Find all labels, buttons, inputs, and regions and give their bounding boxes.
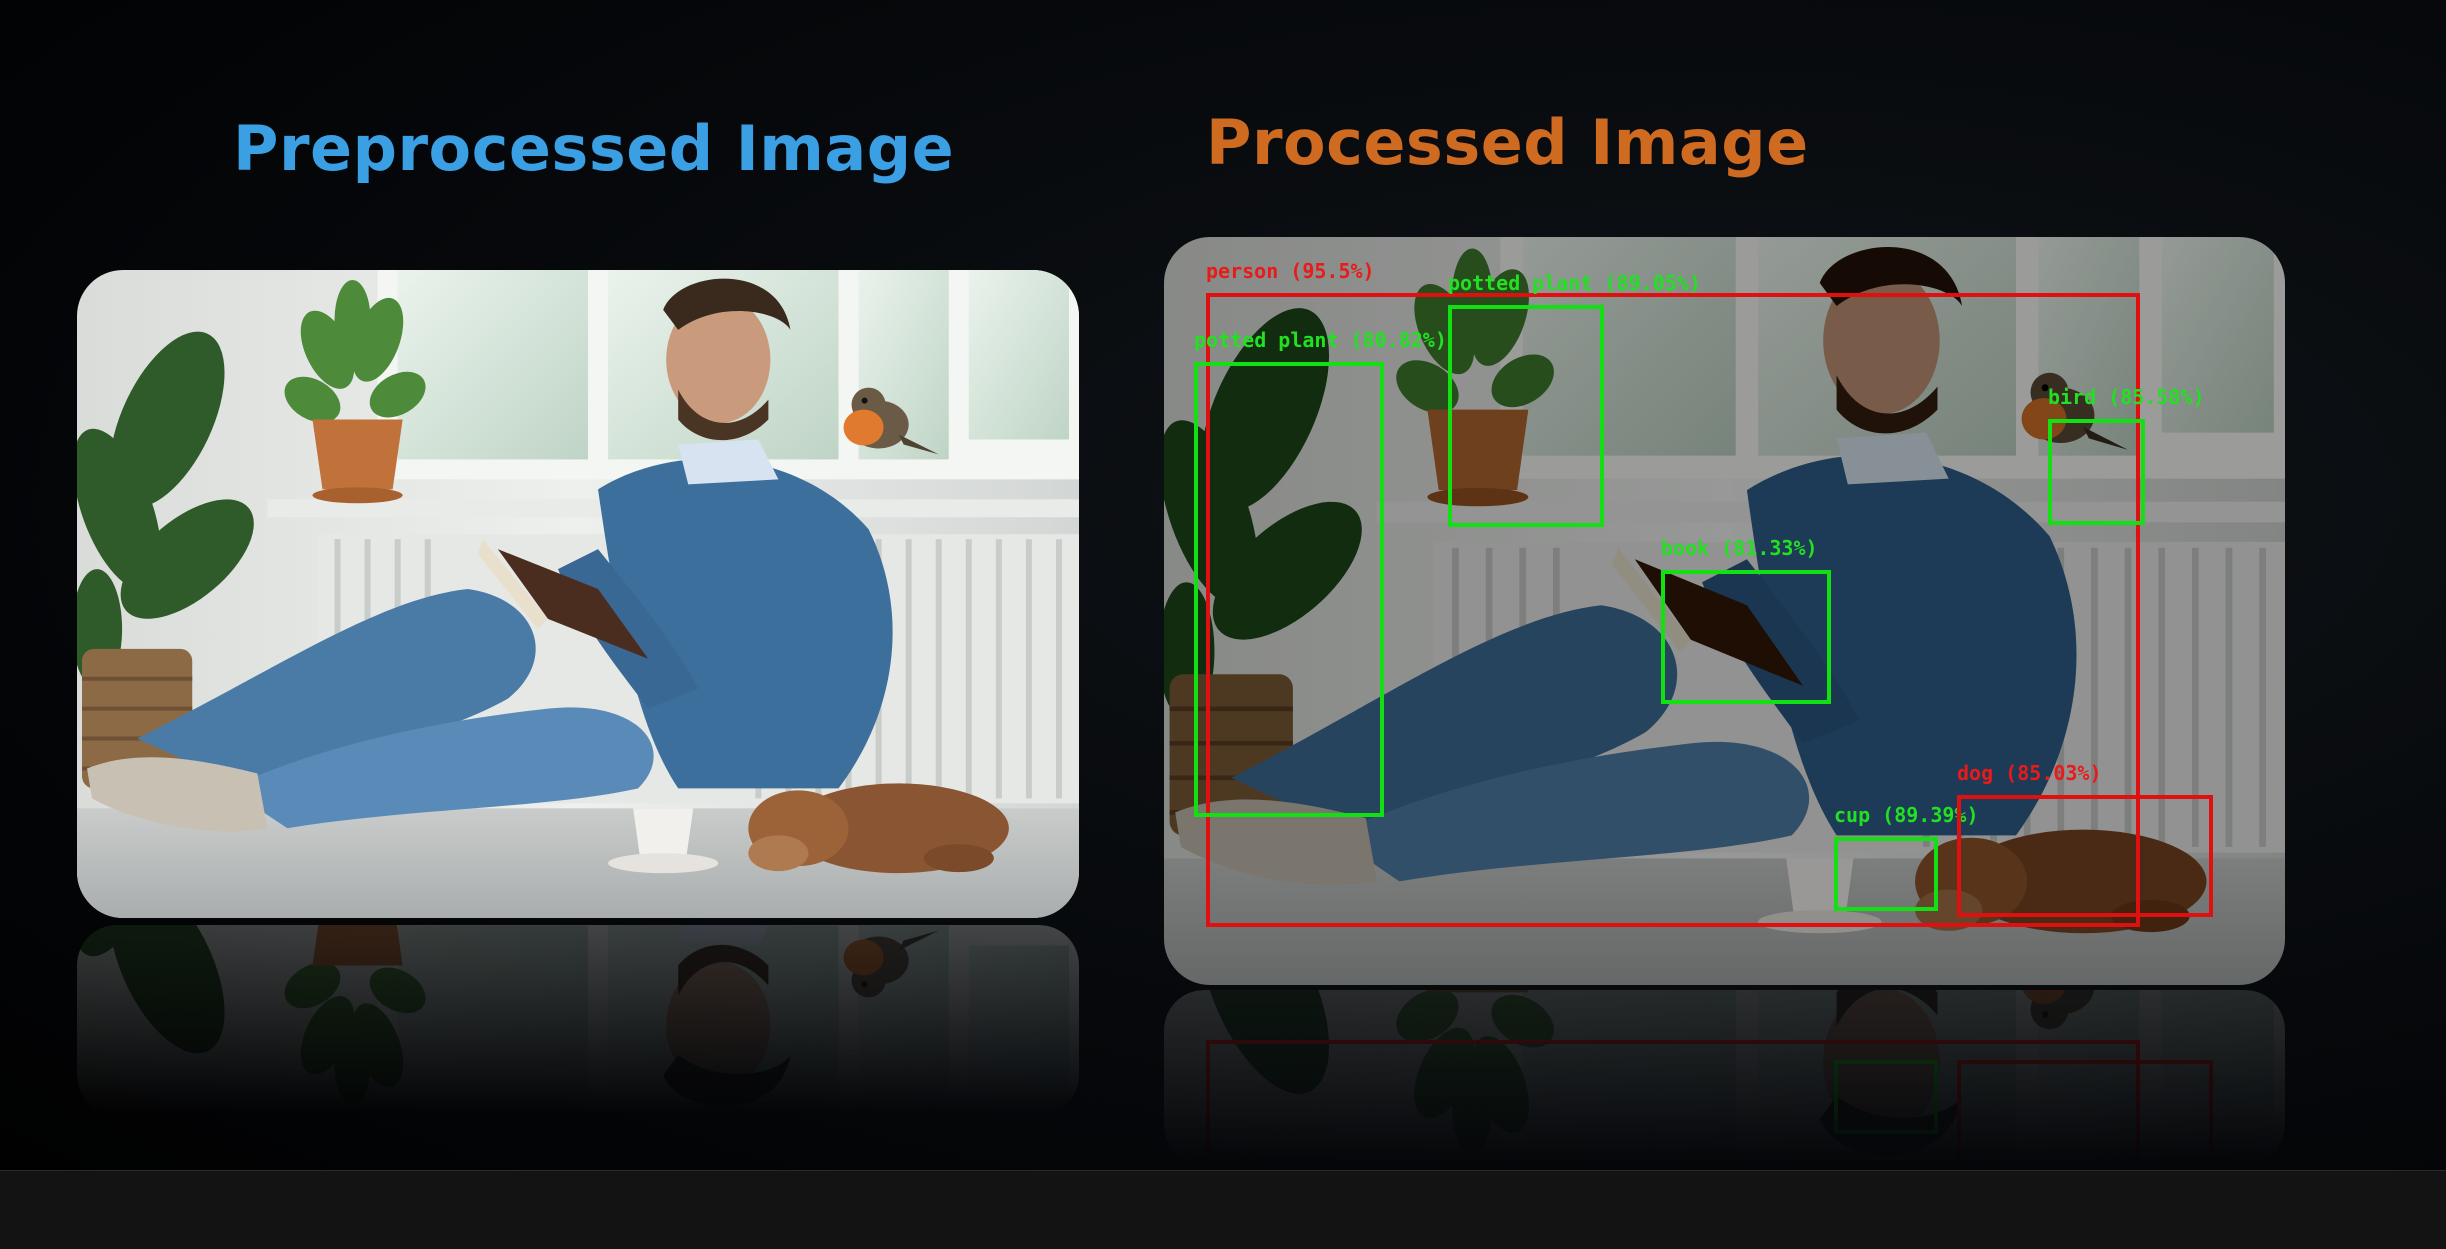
footer-bar: [0, 1170, 2446, 1249]
processed-image: person (95.5%) potted plant (80.82%) pot…: [1164, 237, 2285, 985]
detection-box-potted-plant-1: [1194, 362, 1384, 817]
detection-label-potted-plant-1: potted plant (80.82%): [1194, 328, 1447, 352]
detection-label-book: book (81.33%): [1661, 536, 1818, 560]
detection-label-person: person (95.5%): [1206, 259, 1375, 283]
detection-box-book: [1661, 570, 1831, 704]
preprocessed-image-reflection: [77, 925, 1079, 1115]
preprocessed-image: [77, 270, 1079, 918]
detection-label-bird: bird (85.58%): [2048, 385, 2205, 409]
detection-box-potted-plant-2: [1448, 305, 1604, 527]
processed-image-title: Processed Image: [1206, 106, 1809, 179]
detection-label-dog: dog (85.03%): [1957, 761, 2102, 785]
detection-box-dog: [1957, 795, 2213, 917]
preprocessed-image-title: Preprocessed Image: [233, 112, 955, 185]
detection-label-potted-plant-2: potted plant (89.05%): [1448, 271, 1701, 295]
processed-image-reflection: [1164, 990, 2285, 1165]
reflection-box-person: [1206, 1040, 2140, 1165]
detection-box-cup: [1834, 837, 1938, 911]
detection-box-bird: [2048, 419, 2145, 525]
